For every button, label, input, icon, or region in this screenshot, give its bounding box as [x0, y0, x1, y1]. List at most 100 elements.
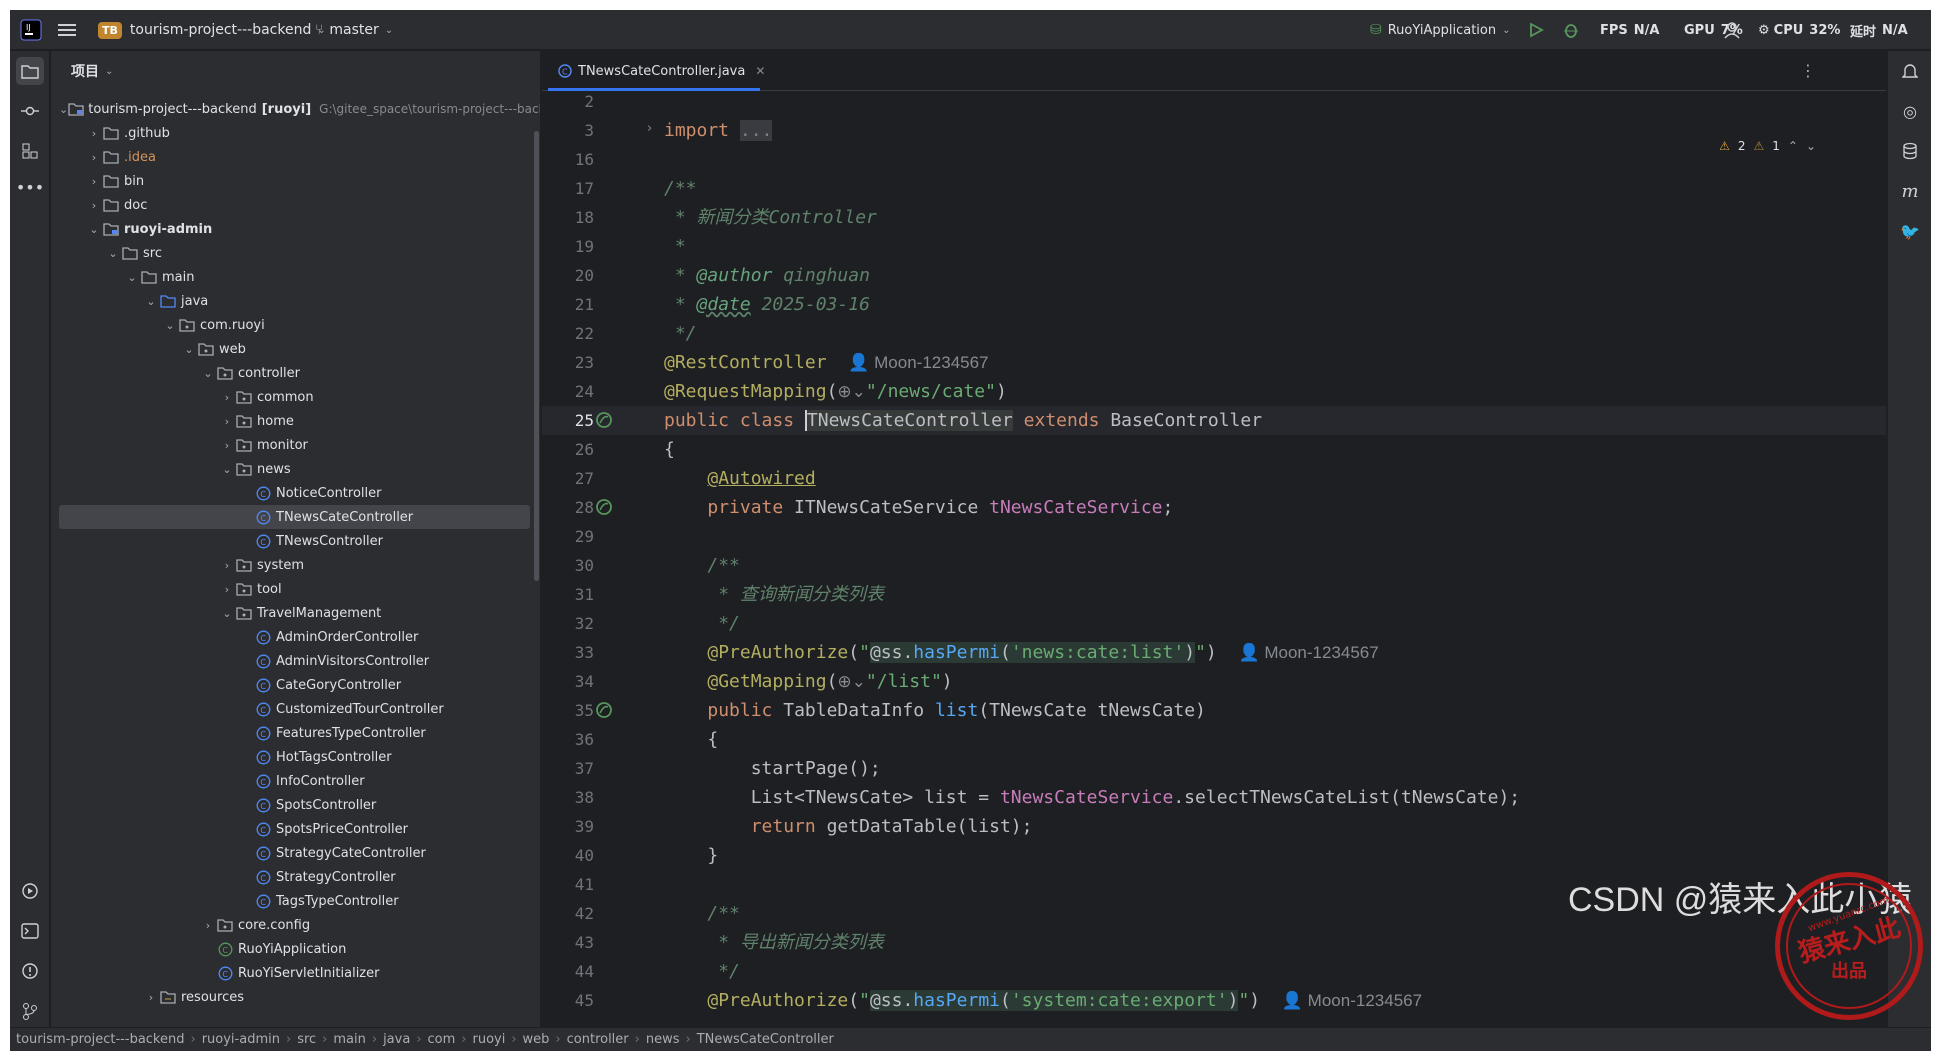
close-icon[interactable]: ✕ [755, 64, 765, 78]
tree-item-categorycontroller[interactable]: C CateGoryController [59, 673, 530, 697]
tree-item-tagstypecontroller[interactable]: C TagsTypeController [59, 889, 530, 913]
main-menu-icon[interactable] [58, 10, 76, 50]
breadcrumb-item[interactable]: ruoyi-admin [202, 1032, 280, 1047]
tree-item-featurestypecontroller[interactable]: C FeaturesTypeController [59, 721, 530, 745]
tree-item-noticecontroller[interactable]: C NoticeController [59, 481, 530, 505]
tree-item-controller[interactable]: ⌄ controller [59, 361, 530, 385]
tree-item-home[interactable]: › home [59, 409, 530, 433]
breadcrumb-item[interactable]: ruoyi [472, 1032, 505, 1047]
breadcrumb-item[interactable]: com [428, 1032, 456, 1047]
project-switcher[interactable]: TB tourism-project---backend ⌄ [98, 10, 326, 50]
tree-item-monitor[interactable]: › monitor [59, 433, 530, 457]
chevron-down-icon[interactable]: ⌄ [59, 101, 68, 117]
chevron-down-icon[interactable]: ⌄ [105, 245, 121, 261]
breadcrumb-item[interactable]: controller [567, 1032, 629, 1047]
commit-tool-icon[interactable] [16, 97, 44, 125]
chevron-right-icon[interactable]: › [219, 413, 235, 429]
breadcrumb-item[interactable]: web [523, 1032, 550, 1047]
chevron-right-icon[interactable]: › [86, 197, 102, 213]
tree-item-bin[interactable]: › bin [59, 169, 530, 193]
tree-item-tnewscatecontroller[interactable]: C TNewsCateController [59, 505, 530, 529]
ide-logo-icon[interactable]: IJ [20, 10, 42, 50]
notifications-icon[interactable] [1896, 57, 1924, 85]
breadcrumb-item[interactable]: src [297, 1032, 316, 1047]
chevron-right-icon[interactable]: › [86, 173, 102, 189]
chevron-right-icon[interactable]: › [143, 989, 159, 1005]
chevron-right-icon[interactable]: › [219, 437, 235, 453]
tree-item-system[interactable]: › system [59, 553, 530, 577]
account-icon[interactable] [1722, 10, 1742, 50]
tree-item-ruoyiapplication[interactable]: C RuoYiApplication [59, 937, 530, 961]
breadcrumb-item[interactable]: TNewsCateController [697, 1032, 834, 1047]
terminal-tool-icon[interactable] [16, 917, 44, 945]
chevron-down-icon[interactable]: ⌄ [219, 461, 235, 477]
ai-assistant-icon[interactable]: ◎ [1896, 97, 1924, 125]
maven-icon[interactable]: m [1896, 177, 1924, 205]
chevron-right-icon[interactable]: › [86, 125, 102, 141]
breadcrumb-item[interactable]: tourism-project---backend [16, 1032, 185, 1047]
fold-chevron-icon[interactable]: › [647, 121, 652, 136]
endpoint-icon[interactable] [594, 700, 614, 720]
tree-item-core-config[interactable]: › core.config [59, 913, 530, 937]
tree-item-github[interactable]: › .github [59, 121, 530, 145]
services-tool-icon[interactable] [16, 877, 44, 905]
tree-item-travelmanagement[interactable]: ⌄ TravelManagement [59, 601, 530, 625]
run-button[interactable] [1528, 10, 1544, 50]
chevron-right-icon[interactable]: › [219, 557, 235, 573]
tree-item-adminvisitorscontroller[interactable]: C AdminVisitorsController [59, 649, 530, 673]
chevron-down-icon[interactable]: ⌄ [162, 317, 178, 333]
tree-item-tnewscontroller[interactable]: C TNewsController [59, 529, 530, 553]
chevron-down-icon[interactable]: ⌄ [124, 269, 140, 285]
tree-item-web[interactable]: ⌄ web [59, 337, 530, 361]
tree-item-idea[interactable]: › .idea [59, 145, 530, 169]
tree-item-strategycatecontroller[interactable]: C StrategyCateController [59, 841, 530, 865]
structure-tool-icon[interactable] [16, 137, 44, 165]
tree-item-src[interactable]: ⌄ src [59, 241, 530, 265]
tree-item-java[interactable]: ⌄ java [59, 289, 530, 313]
tree-item-spotscontroller[interactable]: C SpotsController [59, 793, 530, 817]
chevron-down-icon[interactable]: ⌄ [143, 293, 159, 309]
breadcrumb-item[interactable]: java [383, 1032, 410, 1047]
chevron-down-icon[interactable]: ⌄ [181, 341, 197, 357]
tree-item-ruoyi-admin[interactable]: ⌄ ruoyi-admin [59, 217, 530, 241]
tree-item-adminordercontroller[interactable]: C AdminOrderController [59, 625, 530, 649]
tree-item-main[interactable]: ⌄ main [59, 265, 530, 289]
chevron-right-icon[interactable]: › [219, 581, 235, 597]
breadcrumb-item[interactable]: main [333, 1032, 365, 1047]
tree-item-customizedtourcontroller[interactable]: C CustomizedTourController [59, 697, 530, 721]
debug-button[interactable] [1562, 10, 1580, 50]
tree-item-infocontroller[interactable]: C InfoController [59, 769, 530, 793]
database-icon[interactable] [1896, 137, 1924, 165]
chevron-right-icon[interactable]: › [200, 917, 216, 933]
chevron-down-icon[interactable]: ⌄ [219, 605, 235, 621]
git-tool-icon[interactable] [16, 997, 44, 1025]
tree-item-ruoyiservletinitializer[interactable]: C RuoYiServletInitializer [59, 961, 530, 985]
plugin-bird-icon[interactable]: 🐦 [1896, 217, 1924, 245]
tab-options-icon[interactable]: ⋮ [1800, 61, 1816, 80]
tree-item-news[interactable]: ⌄ news [59, 457, 530, 481]
spring-bean-icon[interactable] [594, 410, 614, 430]
chevron-right-icon[interactable]: › [219, 389, 235, 405]
breadcrumb-item[interactable]: news [646, 1032, 680, 1047]
tree-item-tourism-project-backend[interactable]: ⌄ tourism-project---backend [ruoyi] G:\gite… [59, 97, 540, 121]
tree-item-com-ruoyi[interactable]: ⌄ com.ruoyi [59, 313, 530, 337]
branch-switcher[interactable]: ⑂ master ⌄ [315, 10, 393, 50]
tree-item-spotspricecontroller[interactable]: C SpotsPriceController [59, 817, 530, 841]
autowired-bean-icon[interactable] [594, 497, 614, 517]
tree-item-hottagscontroller[interactable]: C HotTagsController [59, 745, 530, 769]
tree-item-tool[interactable]: › tool [59, 577, 530, 601]
more-tools-icon[interactable]: ••• [16, 173, 44, 201]
chevron-down-icon[interactable]: ⌄ [200, 365, 216, 381]
project-tool-icon[interactable] [16, 57, 44, 85]
project-view-selector[interactable]: 项目 [71, 61, 99, 81]
editor-tab[interactable]: C TNewsCateController.java ✕ [548, 51, 775, 91]
chevron-down-icon[interactable]: ⌄ [86, 221, 102, 237]
run-config-selector[interactable]: ⛁ RuoYiApplication ⌄ [1370, 10, 1511, 50]
problems-tool-icon[interactable] [16, 957, 44, 985]
tree-item-common[interactable]: › common [59, 385, 530, 409]
tree-item-resources[interactable]: › resources [59, 985, 530, 1009]
tree-item-strategycontroller[interactable]: C StrategyController [59, 865, 530, 889]
chevron-right-icon[interactable]: › [86, 149, 102, 165]
tree-scrollbar[interactable] [534, 131, 539, 581]
tree-item-doc[interactable]: › doc [59, 193, 530, 217]
